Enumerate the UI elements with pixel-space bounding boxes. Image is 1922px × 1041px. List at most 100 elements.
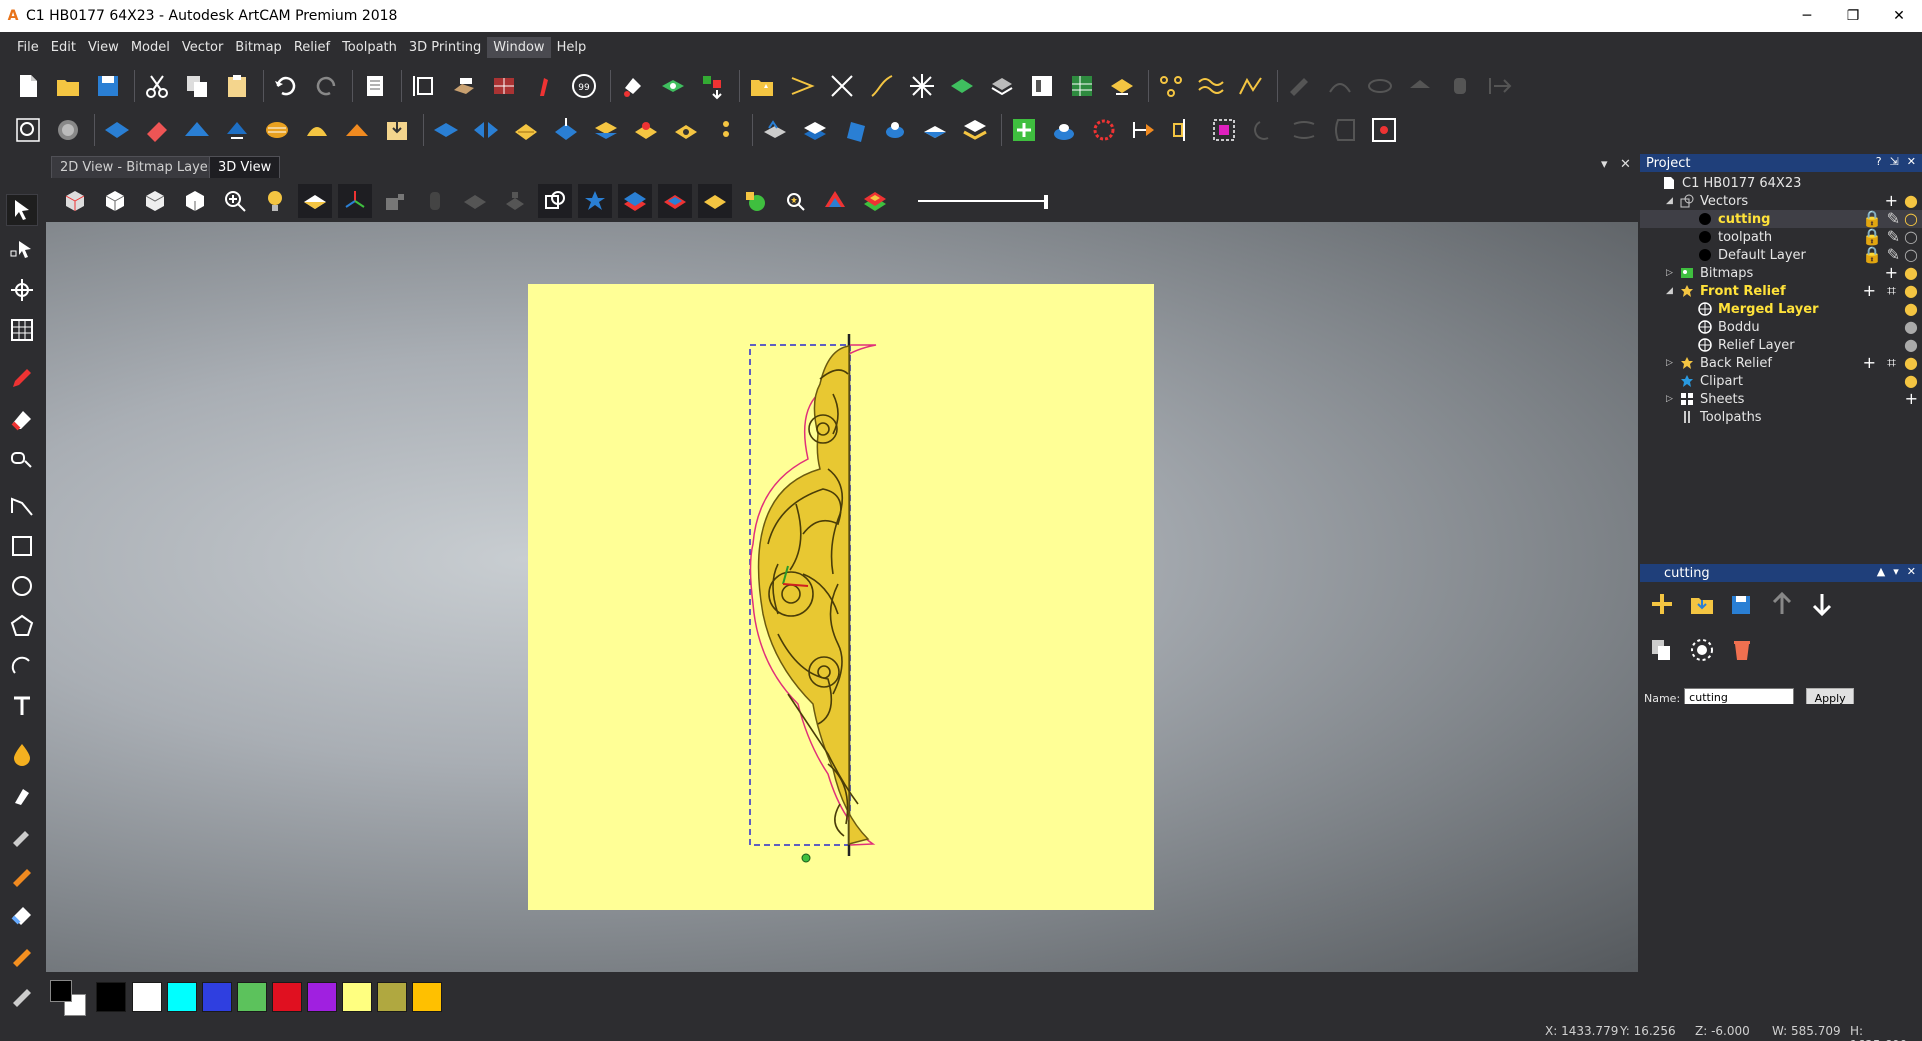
menu-vector[interactable]: Vector xyxy=(176,37,229,58)
menu-file[interactable]: File xyxy=(11,37,45,58)
select-tool[interactable] xyxy=(6,194,38,226)
maximize-button[interactable]: ❐ xyxy=(1830,0,1876,32)
show-red-layer-button[interactable] xyxy=(658,184,692,218)
shape-pen-tool[interactable] xyxy=(6,442,38,474)
color-swatch[interactable] xyxy=(237,982,267,1012)
erase-relief-tool[interactable] xyxy=(6,898,38,930)
delete-layer-button[interactable] xyxy=(1726,634,1758,666)
relief-tool-22[interactable] xyxy=(959,114,991,146)
collapse-icon[interactable]: ▾ xyxy=(1893,565,1899,578)
shade-button[interactable] xyxy=(738,184,772,218)
view-top-button[interactable] xyxy=(178,184,212,218)
visibility-bulb-icon[interactable]: ● xyxy=(1904,299,1918,318)
grid-toggle-icon[interactable]: ⌗ xyxy=(1887,281,1896,301)
close-tab-icon[interactable]: ✕ xyxy=(1620,157,1631,172)
add-sheet-icon[interactable]: + xyxy=(1905,389,1918,408)
tree-item-cutting[interactable]: cutting 🔒 ✎ ○ xyxy=(1640,209,1922,228)
polyline-tool[interactable] xyxy=(6,490,38,522)
smooth-brush-tool[interactable] xyxy=(6,818,38,850)
view-iso-button[interactable] xyxy=(58,184,92,218)
relief-tool-5[interactable] xyxy=(261,114,293,146)
cut-button[interactable] xyxy=(141,70,173,102)
polygon-tool[interactable] xyxy=(6,610,38,642)
relief-tool-15[interactable] xyxy=(670,114,702,146)
toolpath-pen-button[interactable] xyxy=(528,70,560,102)
simulation-button[interactable]: 99 xyxy=(568,70,600,102)
bitmap-to-relief-button[interactable] xyxy=(448,70,480,102)
disabled-tool-6[interactable] xyxy=(1484,70,1516,102)
import-layer-button[interactable] xyxy=(1686,588,1718,620)
move-layer-down-button[interactable] xyxy=(1806,588,1838,620)
undo-button[interactable] xyxy=(270,70,302,102)
tab-2d-view[interactable]: 2D View - Bitmap Layer xyxy=(51,156,223,178)
tree-item-vectors[interactable]: ◢ Vectors + ● xyxy=(1640,191,1922,210)
lock-icon[interactable]: 🔒 xyxy=(1862,209,1882,228)
relief-tool-24[interactable] xyxy=(1088,114,1120,146)
show-blue-relief-button[interactable] xyxy=(578,184,612,218)
disabled-tool-1[interactable] xyxy=(1284,70,1316,102)
expand-arrow-icon[interactable]: ▷ xyxy=(1666,358,1673,368)
tree-item-clipart[interactable]: Clipart ● xyxy=(1640,371,1922,390)
relief-view-button[interactable] xyxy=(52,114,84,146)
line-brush-tool[interactable] xyxy=(6,978,38,1010)
star-shape-button[interactable] xyxy=(906,70,938,102)
3d-viewport[interactable] xyxy=(46,222,1638,972)
relief-tool-23[interactable] xyxy=(1048,114,1080,146)
zoom-extents-button[interactable] xyxy=(12,114,44,146)
disabled-view-3[interactable] xyxy=(498,184,532,218)
paint-brush-tool[interactable] xyxy=(6,858,38,890)
foreground-background-selector[interactable] xyxy=(50,980,88,1016)
new-file-button[interactable] xyxy=(12,70,44,102)
show-layers-button[interactable] xyxy=(618,184,652,218)
copy-button[interactable] xyxy=(181,70,213,102)
visibility-bulb-icon[interactable]: ○ xyxy=(1904,227,1918,246)
disabled-tool-5[interactable] xyxy=(1444,70,1476,102)
disabled-view-1[interactable] xyxy=(418,184,452,218)
add-layer-icon[interactable]: + xyxy=(1885,191,1898,210)
relief-tool-13[interactable] xyxy=(590,114,622,146)
sculpt-tool[interactable] xyxy=(6,778,38,810)
new-layer-button[interactable] xyxy=(1646,588,1678,620)
tree-item-relief-layer[interactable]: Relief Layer ● xyxy=(1640,335,1922,354)
paint-fill-button[interactable] xyxy=(617,70,649,102)
color-brush-tool[interactable] xyxy=(6,938,38,970)
green-diamond-button[interactable] xyxy=(946,70,978,102)
disabled-relief-tool-3[interactable] xyxy=(1328,114,1360,146)
grid-toggle-icon[interactable]: ⌗ xyxy=(1887,353,1896,373)
tree-item-toolpath[interactable]: toolpath 🔒 ✎ ○ xyxy=(1640,227,1922,246)
relief-tool-14[interactable] xyxy=(630,114,662,146)
visibility-bulb-icon[interactable]: ● xyxy=(1904,191,1918,210)
tree-item-bitmaps[interactable]: ▷ Bitmaps + ● xyxy=(1640,263,1922,282)
relief-tool-4[interactable] xyxy=(221,114,253,146)
visibility-bulb-icon[interactable]: ● xyxy=(1904,281,1918,300)
relief-tool-3[interactable] xyxy=(181,114,213,146)
show-relief-button[interactable] xyxy=(298,184,332,218)
relief-tool-11[interactable] xyxy=(510,114,542,146)
tile-button[interactable] xyxy=(488,70,520,102)
disabled-relief-tool-1[interactable] xyxy=(1248,114,1280,146)
relief-tool-8[interactable] xyxy=(381,114,413,146)
start-point-marker[interactable] xyxy=(801,853,811,863)
material-button[interactable] xyxy=(858,184,892,218)
tree-item-toolpaths[interactable]: Toolpaths xyxy=(1640,408,1922,426)
color-layers-button[interactable] xyxy=(697,70,729,102)
menu-model[interactable]: Model xyxy=(125,37,176,58)
save-layer-button[interactable] xyxy=(1726,588,1758,620)
color-swatch[interactable] xyxy=(96,982,126,1012)
view-front-button[interactable] xyxy=(98,184,132,218)
wave-vector-button[interactable] xyxy=(1195,70,1227,102)
color-swatch[interactable] xyxy=(167,982,197,1012)
relief-tool-1[interactable] xyxy=(101,114,133,146)
show-vectors-button[interactable] xyxy=(538,184,572,218)
relief-tool-6[interactable] xyxy=(301,114,333,146)
visibility-bulb-icon[interactable]: ● xyxy=(1904,353,1918,372)
relief-tool-16[interactable] xyxy=(710,114,742,146)
menu-bitmap[interactable]: Bitmap xyxy=(229,37,288,58)
tree-item-front-relief[interactable]: ◢ Front Relief + ⌗ ● xyxy=(1640,281,1922,301)
collapse-arrow-icon[interactable]: ◢ xyxy=(1666,286,1673,296)
dock-icon[interactable]: ▲ xyxy=(1877,565,1885,578)
paste-button[interactable] xyxy=(221,70,253,102)
visibility-bulb-icon[interactable]: ● xyxy=(1904,317,1918,336)
polyline-button[interactable] xyxy=(1235,70,1267,102)
move-layer-up-button[interactable] xyxy=(1766,588,1798,620)
